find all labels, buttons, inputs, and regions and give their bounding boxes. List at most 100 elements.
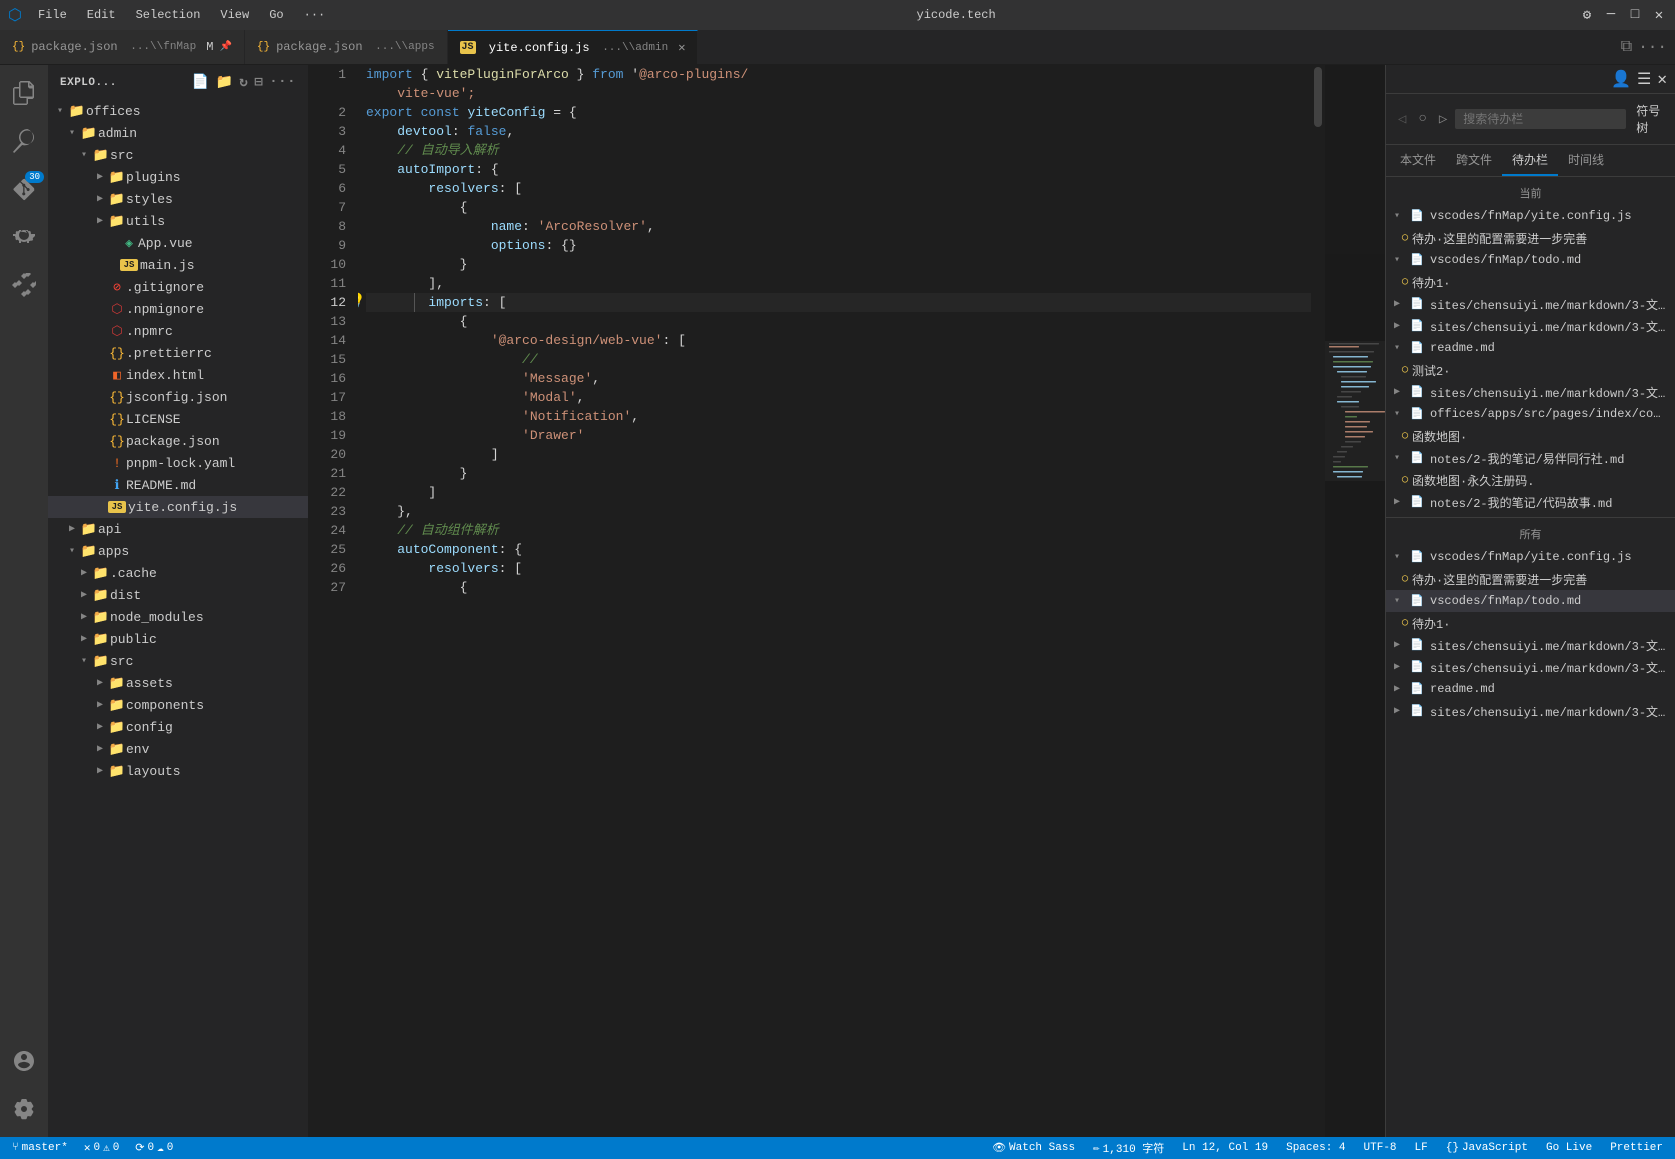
panel-item-notes-1-1[interactable]: ◯ 函数地图·永久注册码.: [1386, 469, 1675, 491]
panel-item-notes-2[interactable]: ▶ 📄 notes/2-我的笔记/代码故事.md: [1386, 491, 1675, 513]
tab-package-json-apps[interactable]: {} package.json ...\\apps: [245, 30, 448, 64]
sidebar-item-app-vue[interactable]: ◈ App.vue: [48, 232, 308, 254]
sidebar-item-config[interactable]: ▶ 📁 config: [48, 716, 308, 738]
panel-all-todo-md[interactable]: ▾ 📄 vscodes/fnMap/todo.md: [1386, 590, 1675, 612]
nav-forward-icon[interactable]: ▷: [1435, 109, 1451, 130]
panel-all-sites-2[interactable]: ▶ 📄 sites/chensuiyi.me/markdown/3-文章: [1386, 656, 1675, 678]
minimize-button[interactable]: ─: [1603, 7, 1619, 24]
sidebar-item-prettierrc[interactable]: {} .prettierrc: [48, 342, 308, 364]
panel-all-sites-3[interactable]: ▶ 📄 sites/chensuiyi.me/markdown/3-文章: [1386, 700, 1675, 722]
panel-all-readme[interactable]: ▶ 📄 readme.md: [1386, 678, 1675, 700]
sidebar-item-pnpm-lock[interactable]: ! pnpm-lock.yaml: [48, 452, 308, 474]
close-panel-icon[interactable]: ✕: [1657, 69, 1667, 89]
panel-item-todo-md-1[interactable]: ◯ 待办1·: [1386, 271, 1675, 293]
status-chars[interactable]: ✏ 1,310 字符: [1089, 1140, 1168, 1156]
panel-item-sites-3[interactable]: ▶ 📄 sites/chensuiyi.me/markdown/3-文章: [1386, 381, 1675, 403]
maximize-button[interactable]: □: [1627, 7, 1643, 24]
status-language[interactable]: {} JavaScript: [1442, 1142, 1532, 1154]
activity-extensions[interactable]: [0, 261, 48, 309]
code-editor[interactable]: import { vitePluginForArco } from '@arco…: [358, 65, 1311, 1137]
status-branch[interactable]: ⑂ master*: [8, 1142, 72, 1154]
panel-item-sites-2[interactable]: ▶ 📄 sites/chensuiyi.me/markdown/3-文章: [1386, 315, 1675, 337]
tab-yite-config[interactable]: JS yite.config.js ...\\admin ✕: [448, 30, 699, 64]
panel-item-todo-md[interactable]: ▾ 📄 vscodes/fnMap/todo.md: [1386, 249, 1675, 271]
sidebar-item-env[interactable]: ▶ 📁 env: [48, 738, 308, 760]
new-folder-icon[interactable]: 📁: [215, 74, 233, 91]
tab-close-button[interactable]: ✕: [678, 40, 685, 55]
activity-git[interactable]: 30: [0, 165, 48, 213]
sidebar-item-public[interactable]: ▶ 📁 public: [48, 628, 308, 650]
tab-cross-file[interactable]: 跨文件: [1446, 145, 1502, 176]
sidebar-item-index-html[interactable]: ◧ index.html: [48, 364, 308, 386]
split-editor-icon[interactable]: ⧉: [1621, 38, 1632, 56]
activity-settings[interactable]: [0, 1085, 48, 1133]
sidebar-item-assets[interactable]: ▶ 📁 assets: [48, 672, 308, 694]
status-watch-sass[interactable]: 👁 Watch Sass: [988, 1141, 1079, 1155]
sidebar-item-node-modules[interactable]: ▶ 📁 node_modules: [48, 606, 308, 628]
nav-back-icon[interactable]: ◁: [1394, 109, 1410, 130]
sidebar-item-apps[interactable]: ▾ 📁 apps: [48, 540, 308, 562]
nav-circle-icon[interactable]: ○: [1414, 109, 1430, 129]
menu-more[interactable]: ···: [296, 6, 334, 24]
sidebar-item-readme[interactable]: ℹ README.md: [48, 474, 308, 496]
sidebar-item-npmrc[interactable]: ⬡ .npmrc: [48, 320, 308, 342]
sidebar-item-offices[interactable]: ▾ 📁 offices: [48, 100, 308, 122]
panel-item-sites-1[interactable]: ▶ 📄 sites/chensuiyi.me/markdown/3-文章: [1386, 293, 1675, 315]
sidebar-item-src-apps[interactable]: ▾ 📁 src: [48, 650, 308, 672]
panel-item-notes-1[interactable]: ▾ 📄 notes/2-我的笔记/易伴同行社.md: [1386, 447, 1675, 469]
more-options-icon[interactable]: ···: [269, 74, 296, 91]
new-file-icon[interactable]: 📄: [192, 74, 210, 91]
sidebar-item-dist[interactable]: ▶ 📁 dist: [48, 584, 308, 606]
status-encoding[interactable]: UTF-8: [1360, 1142, 1401, 1154]
collapse-all-icon[interactable]: ⊟: [254, 74, 263, 91]
panel-item-readme-1[interactable]: ◯ 测试2·: [1386, 359, 1675, 381]
sidebar-item-styles[interactable]: ▶ 📁 styles: [48, 188, 308, 210]
panel-item-readme[interactable]: ▾ 📄 readme.md: [1386, 337, 1675, 359]
refresh-icon[interactable]: ↻: [239, 74, 248, 91]
panel-all-yite-config[interactable]: ▾ 📄 vscodes/fnMap/yite.config.js: [1386, 546, 1675, 568]
panel-item-todo-1[interactable]: ◯ 待办·这里的配置需要进一步完善: [1386, 227, 1675, 249]
activity-debug[interactable]: [0, 213, 48, 261]
activity-account[interactable]: [0, 1037, 48, 1085]
status-line-ending[interactable]: LF: [1411, 1142, 1432, 1154]
tab-this-file[interactable]: 本文件: [1390, 145, 1446, 176]
menu-file[interactable]: File: [30, 6, 75, 24]
account-icon[interactable]: 👤: [1611, 69, 1631, 89]
panel-item-offices[interactable]: ▾ 📄 offices/apps/src/pages/index/compo..…: [1386, 403, 1675, 425]
close-button[interactable]: ✕: [1651, 7, 1667, 24]
menu-go[interactable]: Go: [261, 6, 291, 24]
sidebar-item-components[interactable]: ▶ 📁 components: [48, 694, 308, 716]
panel-item-offices-1[interactable]: ◯ 函数地图·: [1386, 425, 1675, 447]
status-cursor[interactable]: Ln 12, Col 19: [1178, 1142, 1272, 1154]
tab-package-json-fnmap[interactable]: {} package.json ...\\fnMap M 📌: [0, 30, 245, 64]
settings-icon[interactable]: ⚙: [1579, 7, 1595, 24]
editor-scrollbar[interactable]: [1311, 65, 1325, 1137]
panel-all-todo-md-1[interactable]: ◯ 待办1·: [1386, 612, 1675, 634]
sidebar-item-main-js[interactable]: JS main.js: [48, 254, 308, 276]
title-search[interactable]: yicode.tech: [341, 8, 1571, 22]
sidebar-item-npmignore[interactable]: ⬡ .npmignore: [48, 298, 308, 320]
activity-files[interactable]: [0, 69, 48, 117]
status-spaces[interactable]: Spaces: 4: [1282, 1142, 1349, 1154]
sidebar-item-license[interactable]: {} LICENSE: [48, 408, 308, 430]
status-prettier[interactable]: Prettier: [1606, 1142, 1667, 1154]
panel-all-yite-1[interactable]: ◯ 待办·这里的配置需要进一步完善: [1386, 568, 1675, 590]
sidebar-item-utils[interactable]: ▶ 📁 utils: [48, 210, 308, 232]
tab-todo[interactable]: 待办栏: [1502, 145, 1558, 176]
search-input[interactable]: [1455, 109, 1626, 129]
status-sync[interactable]: ⟳ 0 ☁ 0: [131, 1141, 177, 1155]
menu-view[interactable]: View: [212, 6, 257, 24]
panel-item-yite-config[interactable]: ▾ 📄 vscodes/fnMap/yite.config.js: [1386, 205, 1675, 227]
sidebar-item-jsconfig-json[interactable]: {} jsconfig.json: [48, 386, 308, 408]
sidebar-item-plugins[interactable]: ▶ 📁 plugins: [48, 166, 308, 188]
sidebar-item-cache[interactable]: ▶ 📁 .cache: [48, 562, 308, 584]
menu-selection[interactable]: Selection: [128, 6, 209, 24]
sidebar-item-admin[interactable]: ▾ 📁 admin: [48, 122, 308, 144]
status-go-live[interactable]: Go Live: [1542, 1142, 1596, 1154]
sidebar-item-package-json[interactable]: {} package.json: [48, 430, 308, 452]
tab-timeline[interactable]: 时间线: [1558, 145, 1614, 176]
activity-search[interactable]: [0, 117, 48, 165]
panel-all-sites-1[interactable]: ▶ 📄 sites/chensuiyi.me/markdown/3-文章: [1386, 634, 1675, 656]
sidebar-item-layouts[interactable]: ▶ 📁 layouts: [48, 760, 308, 782]
sidebar-item-gitignore[interactable]: ⊘ .gitignore: [48, 276, 308, 298]
